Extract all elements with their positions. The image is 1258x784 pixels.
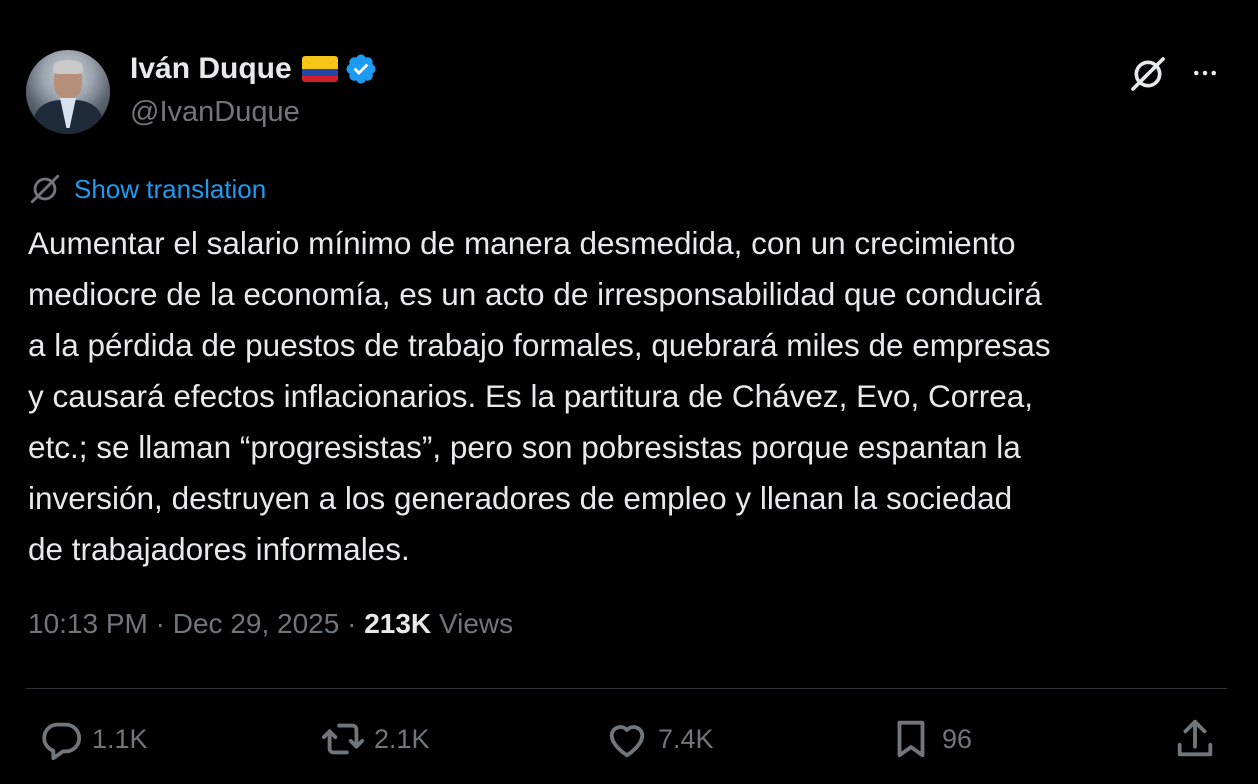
reply-icon: [42, 722, 82, 761]
tweet-text: Aumentar el salario mínimo de manera des…: [28, 225, 1051, 567]
author-display-name[interactable]: Iván Duque: [130, 52, 378, 86]
share-icon[interactable]: [1172, 716, 1218, 762]
like-count: 7.4K: [658, 723, 714, 754]
bookmark-count: 96: [942, 723, 973, 754]
bookmark-button[interactable]: 96: [888, 716, 972, 762]
bookmark-icon: [897, 720, 925, 758]
grok-icon[interactable]: [1128, 54, 1168, 94]
repost-count: 2.1K: [374, 723, 430, 754]
views-label: Views: [438, 608, 514, 639]
show-translation[interactable]: Show translation: [28, 172, 266, 206]
colombia-flag-icon: [301, 56, 338, 82]
more-icon[interactable]: [1188, 58, 1222, 88]
tweet-card: Iván Duque @IvanDuque Show translation A…: [0, 0, 1258, 784]
like-icon: [609, 725, 645, 758]
reply-count: 1.1K: [92, 723, 148, 754]
verified-badge-icon[interactable]: [344, 52, 378, 86]
like-button[interactable]: 7.4K: [604, 716, 714, 762]
repost-icon: [321, 723, 365, 755]
avatar[interactable]: [26, 50, 110, 134]
show-translation-link[interactable]: Show translation: [74, 174, 266, 205]
meta-separator: ·: [347, 608, 357, 639]
repost-button[interactable]: 2.1K: [320, 716, 430, 762]
tweet-time[interactable]: 10:13 PM: [28, 608, 148, 639]
views-count[interactable]: 213K: [364, 608, 431, 639]
translate-icon: [30, 174, 60, 204]
author-name-text[interactable]: Iván Duque: [130, 52, 292, 86]
tweet-date[interactable]: Dec 29, 2025: [173, 608, 340, 639]
reply-button[interactable]: 1.1K: [38, 716, 148, 762]
meta-separator: ·: [155, 608, 165, 639]
divider: [26, 688, 1227, 689]
author-handle[interactable]: @IvanDuque: [130, 96, 300, 129]
tweet-meta: 10:13 PM · Dec 29, 2025 · 213K Views: [28, 608, 513, 640]
